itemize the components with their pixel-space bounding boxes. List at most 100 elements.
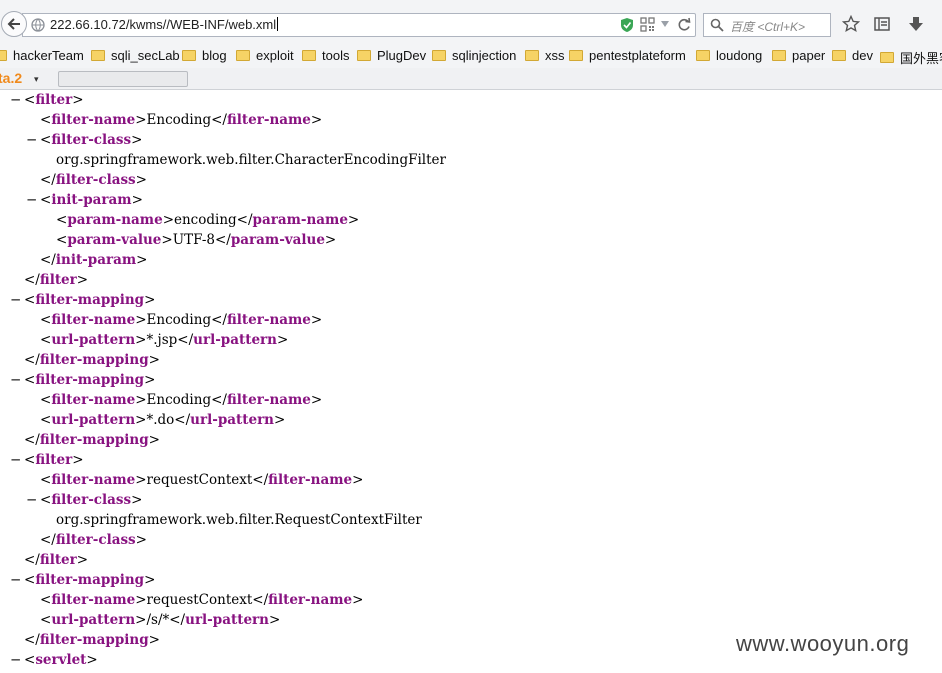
search-input[interactable]: 百度 <Ctrl+K> [703,13,831,37]
tag-bracket: > [131,132,143,148]
tag-bracket: < [40,412,52,428]
bookmark-folder-foreign-hackers[interactable]: 国外黑客 [880,48,942,67]
hackbar-input[interactable] [58,71,188,87]
xml-line: <url-pattern>/s/*</url-pattern> [40,610,280,630]
tag-bracket: < [24,452,36,468]
tag-bracket: </ [214,232,231,248]
collapse-toggle[interactable]: − [10,450,21,470]
xml-line: </filter> [24,270,88,290]
tag-bracket: </ [252,592,269,608]
close-tag-name: filter-class [55,172,136,188]
xml-line: − <filter> [10,90,84,110]
hackbar-toolbar: ta.2 ▾ [0,68,942,90]
tag-bracket: > [144,292,156,308]
reload-icon[interactable] [677,17,691,32]
tag-bracket: > [148,352,160,368]
xml-line: <filter-name>requestContext</filter-name… [40,590,363,610]
bookmark-folder-dev[interactable]: dev [832,48,873,63]
tag-bracket: > [352,592,364,608]
tag-bracket: > [76,552,89,568]
collapse-toggle[interactable]: − [10,290,21,310]
bookmark-folder-loudong[interactable]: loudong [696,48,762,63]
bookmark-folder-tools[interactable]: tools [302,48,349,63]
bookmark-folder-plugdev[interactable]: PlugDev [357,48,426,63]
bookmark-folder-exploit[interactable]: exploit [236,48,294,63]
tag-bracket: > [131,492,143,508]
tag-bracket: </ [177,332,194,348]
text-node: encoding [174,212,237,228]
tag-bracket: < [56,232,68,248]
folder-icon [832,50,846,61]
close-tag-name: filter-name [226,112,311,128]
bookmark-folder-pentestplateform[interactable]: pentestplateform [569,48,686,63]
folder-icon [880,52,894,63]
xml-line: </filter-mapping> [24,430,160,450]
xml-line: <url-pattern>*.do</url-pattern> [40,410,285,430]
tag-bracket: < [40,192,52,208]
close-tag-name: filter-mapping [39,352,149,368]
collapse-toggle[interactable]: − [10,570,21,590]
tag-bracket: > [274,412,286,428]
bookmark-folder-paper[interactable]: paper [772,48,825,63]
tag-bracket: </ [211,312,227,328]
open-tag-name: filter-name [51,592,136,608]
text-node: Encoding [146,312,212,328]
open-tag-name: filter-mapping [35,292,145,308]
tag-bracket: < [24,372,36,388]
tag-bracket: > [352,472,364,488]
reading-list-icon[interactable] [873,15,891,33]
url-bar[interactable]: 222.66.10.72/kwms//WEB-INF/web.xml [22,13,696,37]
tag-bracket: > [135,412,147,428]
tag-bracket: < [40,492,52,508]
shield-icon[interactable] [620,17,634,33]
collapse-toggle[interactable]: − [26,490,37,510]
tag-bracket: > [324,232,337,248]
text-node: Encoding [146,112,212,128]
xml-line: − <filter-class> [26,490,143,510]
bookmark-folder-sqlinjection[interactable]: sqlinjection [432,48,516,63]
back-button[interactable] [1,11,27,37]
qr-code-icon[interactable] [640,17,655,32]
collapse-toggle[interactable]: − [26,190,37,210]
back-arrow-icon [7,18,20,30]
folder-icon [302,50,316,61]
tag-bracket: > [135,392,147,408]
xml-line: − <filter-class> [26,130,143,150]
collapse-toggle[interactable]: − [26,130,37,150]
collapse-toggle[interactable]: − [10,370,21,390]
tag-bracket: > [161,232,173,248]
xml-line: − <servlet> [10,650,98,670]
download-icon[interactable] [907,15,925,33]
open-tag-name: url-pattern [51,612,136,628]
open-tag-name: url-pattern [51,412,136,428]
tag-bracket: > [310,392,323,408]
xml-line: <filter-name>Encoding</filter-name> [40,310,322,330]
star-bookmark-icon[interactable] [842,15,860,33]
bookmark-folder-xss[interactable]: xss [525,48,565,63]
xml-line: </filter-class> [40,530,147,550]
tag-bracket: > [135,172,147,188]
hackbar-logo[interactable]: ta.2 [0,70,22,86]
close-tag-name: filter-name [268,592,353,608]
tag-bracket: < [24,92,36,108]
xml-line: </filter> [24,550,88,570]
bookmark-folder-hackerteam[interactable]: hackerTeam [0,48,84,63]
collapse-toggle[interactable]: − [10,90,21,110]
collapse-toggle[interactable]: − [10,650,21,670]
url-text[interactable]: 222.66.10.72/kwms//WEB-INF/web.xml [50,17,279,32]
folder-icon [772,50,786,61]
navigation-toolbar: 222.66.10.72/kwms//WEB-INF/web.xml 百度 <C… [0,0,942,46]
folder-icon [525,50,539,61]
chevron-down-icon[interactable] [660,20,670,28]
tag-bracket: < [24,292,36,308]
tag-bracket: < [24,572,36,588]
bookmark-folder-blog[interactable]: blog [182,48,227,63]
tag-bracket: > [135,612,147,628]
open-tag-name: filter-name [51,392,136,408]
xml-line: <param-value>UTF-8</param-value> [56,230,336,250]
tag-bracket: </ [174,412,191,428]
hackbar-dropdown-icon[interactable]: ▾ [34,74,39,85]
search-icon [710,18,724,32]
bookmark-folder-sqli-seclab[interactable]: sqli_secLab [91,48,180,63]
tag-bracket: < [40,612,52,628]
